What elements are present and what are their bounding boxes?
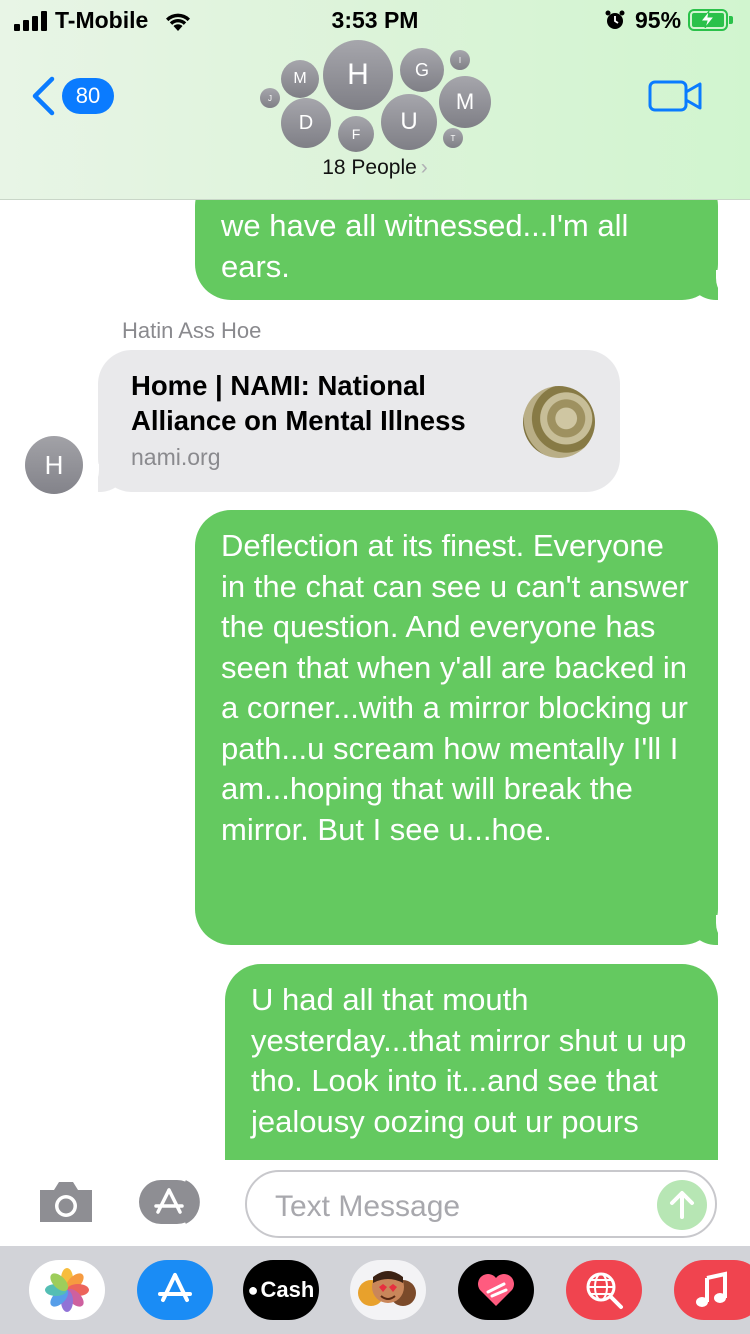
digital-touch-button[interactable] — [458, 1260, 534, 1320]
camera-icon[interactable] — [36, 1178, 96, 1226]
facetime-video-icon[interactable] — [648, 80, 702, 112]
message-text: U had all that mouth yesterday...that mi… — [251, 982, 687, 1139]
music-icon — [696, 1271, 727, 1307]
compose-bar: Text Message — [0, 1160, 750, 1246]
message-text: Deflection at its finest. Everyone in th… — [221, 528, 689, 847]
send-button[interactable] — [657, 1180, 707, 1230]
photos-app-button[interactable] — [29, 1260, 105, 1320]
chevron-right-icon: › — [420, 156, 428, 179]
bubble-tail — [694, 270, 728, 300]
member-avatar: J — [260, 88, 280, 108]
app-store-drawer-button[interactable] — [137, 1260, 213, 1320]
member-avatar: M — [439, 76, 491, 128]
link-domain: nami.org — [131, 444, 221, 470]
member-avatar: D — [281, 98, 331, 148]
web-images-button[interactable] — [566, 1260, 642, 1320]
message-input[interactable]: Text Message — [245, 1170, 717, 1238]
battery-percent: 95% — [635, 7, 682, 33]
member-avatar: G — [400, 48, 444, 92]
bubble-tail — [89, 464, 121, 492]
member-avatar: I — [450, 50, 470, 70]
apple-cash-button[interactable]: ● Cash — [243, 1260, 319, 1320]
message-input-placeholder: Text Message — [275, 1190, 461, 1223]
apple-cash-label: Cash — [260, 1277, 315, 1302]
photos-icon — [45, 1268, 89, 1312]
app-store-icon — [158, 1273, 192, 1302]
status-bar: T-Mobile 3:53 PM 95% — [0, 0, 750, 40]
sender-avatar[interactable]: H — [25, 436, 83, 494]
heart-app-icon — [478, 1274, 514, 1306]
back-button[interactable]: 80 — [30, 76, 120, 116]
message-text: we have all witnessed...I'm all ears. — [221, 208, 629, 284]
unread-count-badge: 80 — [62, 78, 114, 114]
apple-cash-icon: ● — [247, 1279, 259, 1300]
battery-charging-icon — [688, 9, 733, 31]
member-avatar: M — [281, 60, 319, 98]
member-avatar: T — [443, 128, 463, 148]
link-title: Home | NAMI: National Alliance on Mental… — [131, 370, 466, 436]
arrow-up-icon — [670, 1191, 694, 1219]
app-store-icon — [139, 1180, 200, 1224]
music-button[interactable] — [674, 1260, 750, 1320]
app-store-button[interactable] — [137, 1178, 213, 1226]
group-details-link[interactable]: 18 People › — [0, 156, 750, 180]
member-avatar: F — [338, 116, 374, 152]
bubble-tail — [694, 915, 728, 945]
link-preview-card[interactable]: Home | NAMI: National Alliance on Mental… — [89, 350, 620, 492]
member-avatar: U — [381, 94, 437, 150]
link-thumbnail — [523, 386, 595, 458]
sender-name: Hatin Ass Hoe — [122, 318, 262, 343]
imessage-app-drawer: ● Cash — [0, 1246, 750, 1334]
people-count-label: 18 People — [322, 156, 417, 179]
conversation-header: T-Mobile 3:53 PM 95% 80 M H G I J D F U … — [0, 0, 750, 200]
chevron-left-icon — [32, 76, 55, 116]
memoji-button[interactable] — [350, 1260, 426, 1320]
globe-search-icon — [586, 1272, 623, 1309]
sent-message[interactable]: Deflection at its finest. Everyone in th… — [195, 510, 728, 945]
sent-message[interactable]: U had all that mouth yesterday...that mi… — [225, 964, 718, 1160]
alarm-icon — [605, 10, 625, 29]
member-avatar: H — [323, 40, 393, 110]
memoji-icon — [358, 1271, 416, 1306]
